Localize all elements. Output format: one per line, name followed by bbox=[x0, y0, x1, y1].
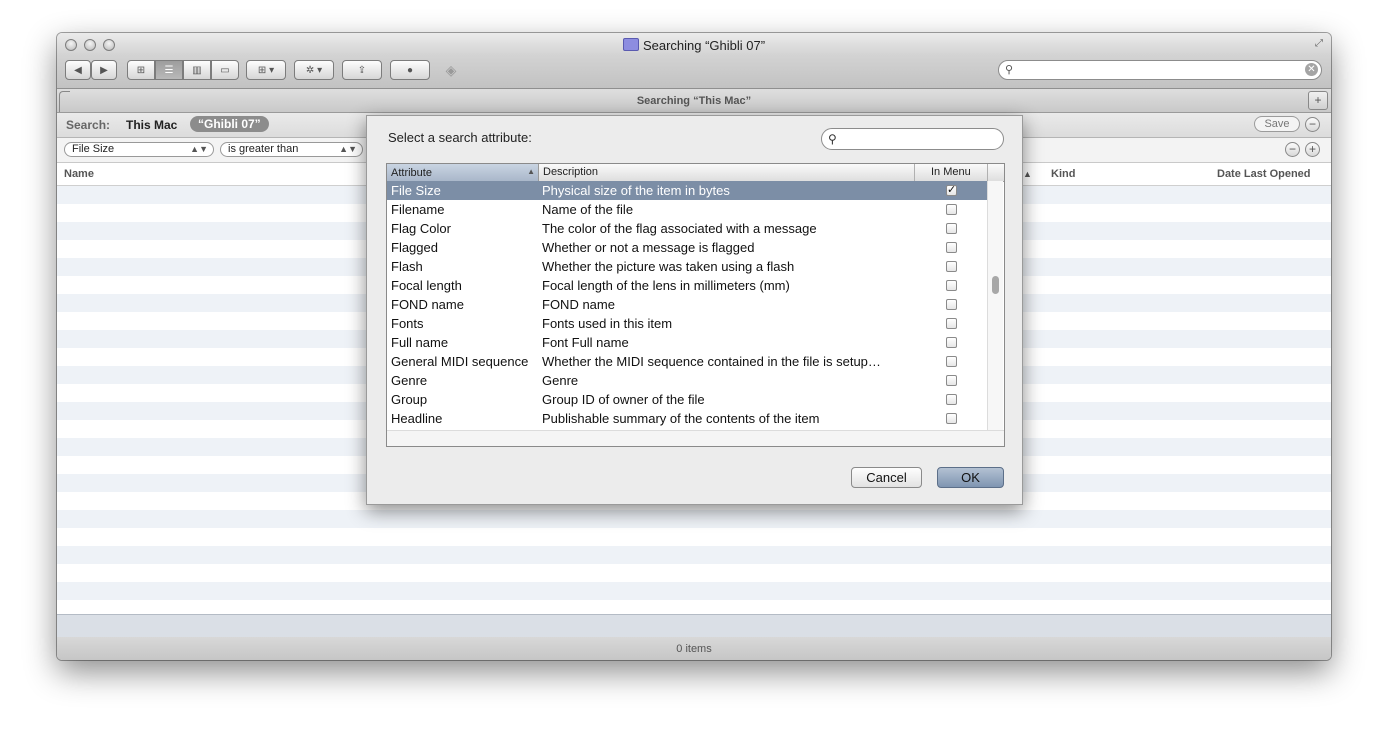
empty-row bbox=[57, 582, 1331, 600]
ok-button[interactable]: OK bbox=[937, 467, 1004, 488]
horizontal-scrollbar[interactable] bbox=[387, 430, 1004, 446]
attribute-table: Attribute ▲ Description In Menu File Size… bbox=[386, 163, 1005, 447]
search-icon: ⚲ bbox=[828, 132, 837, 146]
icon-view-button[interactable]: ⊞ bbox=[127, 60, 155, 80]
description-column-header[interactable]: Description bbox=[543, 166, 598, 178]
in-menu-checkbox[interactable] bbox=[946, 318, 957, 329]
empty-row bbox=[57, 546, 1331, 564]
operator-popup[interactable]: is greater than ▲▼ bbox=[220, 142, 363, 157]
in-menu-checkbox[interactable] bbox=[946, 261, 957, 272]
sort-ascending-icon: ▲ bbox=[527, 167, 535, 176]
attribute-row[interactable]: Focal length Focal length of the lens in… bbox=[387, 276, 987, 295]
in-menu-checkbox[interactable] bbox=[946, 413, 957, 424]
remove-criterion-button[interactable]: − bbox=[1285, 142, 1300, 157]
search-icon: ⚲ bbox=[1005, 64, 1014, 76]
name-column-header[interactable]: Name bbox=[64, 168, 94, 180]
scope-this-mac[interactable]: This Mac bbox=[126, 118, 177, 132]
attribute-row[interactable]: Flag Color The color of the flag associa… bbox=[387, 219, 987, 238]
attribute-row[interactable]: Filename Name of the file bbox=[387, 200, 987, 219]
label-button[interactable]: ● bbox=[390, 60, 430, 80]
cancel-button[interactable]: Cancel bbox=[851, 467, 922, 488]
date-last-opened-column-header[interactable]: Date Last Opened bbox=[1217, 168, 1311, 180]
attribute-row[interactable]: Flagged Whether or not a message is flag… bbox=[387, 238, 987, 257]
scope-folder-pill[interactable]: “Ghibli 07” bbox=[190, 116, 269, 132]
action-gear-button[interactable]: ✲ ▾ bbox=[294, 60, 334, 80]
smart-folder-icon bbox=[622, 38, 639, 51]
in-menu-checkbox[interactable] bbox=[946, 204, 957, 215]
attribute-row[interactable]: FOND name FOND name bbox=[387, 295, 987, 314]
attribute-row[interactable]: Headline Publishable summary of the cont… bbox=[387, 409, 987, 428]
scroll-thumb[interactable] bbox=[992, 276, 999, 294]
kind-column-header[interactable]: Kind bbox=[1051, 168, 1075, 180]
popup-arrows-icon: ▲▼ bbox=[190, 144, 208, 154]
attribute-column-header[interactable]: Attribute ▲ bbox=[387, 164, 539, 181]
in-menu-column-header[interactable]: In Menu bbox=[931, 166, 971, 178]
attribute-row[interactable]: Genre Genre bbox=[387, 371, 987, 390]
sort-indicator-icon: ▲ bbox=[1023, 169, 1032, 179]
window-title: Searching “Ghibli 07” bbox=[57, 38, 1331, 53]
back-button[interactable]: ◀ bbox=[65, 60, 91, 80]
list-view-button[interactable]: ☰ bbox=[155, 60, 183, 80]
in-menu-checkbox[interactable] bbox=[946, 280, 957, 291]
share-button[interactable]: ⇪ bbox=[342, 60, 382, 80]
column-view-button[interactable]: ▥ bbox=[183, 60, 211, 80]
popup-arrows-icon: ▲▼ bbox=[339, 144, 357, 154]
in-menu-checkbox[interactable] bbox=[946, 394, 957, 405]
path-bar bbox=[57, 614, 1331, 638]
clear-search-icon[interactable]: ✕ bbox=[1305, 63, 1318, 76]
new-tab-button[interactable]: + bbox=[1308, 91, 1328, 110]
attribute-table-header: Attribute ▲ Description In Menu bbox=[387, 164, 1004, 182]
attribute-row[interactable]: Flash Whether the picture was taken usin… bbox=[387, 257, 987, 276]
search-label: Search: bbox=[66, 118, 111, 132]
titlebar: Searching “Ghibli 07” ⤢ ◀ ▶ ⊞ ☰ ▥ ▭ ⊞ ▾ … bbox=[57, 33, 1331, 89]
empty-row bbox=[57, 510, 1331, 528]
attribute-row[interactable]: Fonts Fonts used in this item bbox=[387, 314, 987, 333]
in-menu-checkbox[interactable] bbox=[946, 299, 957, 310]
coverflow-view-button[interactable]: ▭ bbox=[211, 60, 239, 80]
arrange-button[interactable]: ⊞ ▾ bbox=[246, 60, 286, 80]
column-divider bbox=[987, 164, 988, 181]
in-menu-checkbox[interactable] bbox=[946, 356, 957, 367]
column-divider bbox=[914, 164, 915, 181]
forward-button[interactable]: ▶ bbox=[91, 60, 117, 80]
attribute-row[interactable]: Group Group ID of owner of the file bbox=[387, 390, 987, 409]
in-menu-checkbox[interactable] bbox=[946, 337, 957, 348]
remove-scope-button[interactable]: − bbox=[1305, 117, 1320, 132]
in-menu-checkbox[interactable] bbox=[946, 375, 957, 386]
search-tab-bar: Searching “This Mac” + bbox=[57, 89, 1331, 113]
status-bar: 0 items bbox=[57, 637, 1331, 660]
attribute-row[interactable]: Full name Font Full name bbox=[387, 333, 987, 352]
attribute-row[interactable]: General MIDI sequence Whether the MIDI s… bbox=[387, 352, 987, 371]
item-count: 0 items bbox=[676, 643, 712, 655]
in-menu-checkbox[interactable] bbox=[946, 242, 957, 253]
vertical-scrollbar[interactable] bbox=[987, 181, 1003, 431]
save-search-button[interactable]: Save bbox=[1254, 116, 1300, 132]
in-menu-checkbox[interactable] bbox=[946, 223, 957, 234]
add-criterion-button[interactable]: + bbox=[1305, 142, 1320, 157]
fullscreen-icon[interactable]: ⤢ bbox=[1315, 38, 1323, 49]
attribute-row-file-size[interactable]: File Size Physical size of the item in b… bbox=[387, 181, 987, 200]
select-attribute-sheet: Select a search attribute: ⚲ Attribute ▲ … bbox=[366, 115, 1023, 505]
dropbox-icon[interactable]: ◈ bbox=[438, 60, 464, 80]
sheet-prompt: Select a search attribute: bbox=[388, 130, 532, 145]
toolbar-search-field[interactable]: ⚲ ✕ bbox=[998, 60, 1322, 80]
attribute-popup[interactable]: File Size ▲▼ bbox=[64, 142, 214, 157]
search-tab-title[interactable]: Searching “This Mac” bbox=[57, 95, 1331, 107]
attribute-search-field[interactable]: ⚲ bbox=[821, 128, 1004, 150]
in-menu-checkbox[interactable]: ✓ bbox=[946, 185, 957, 196]
